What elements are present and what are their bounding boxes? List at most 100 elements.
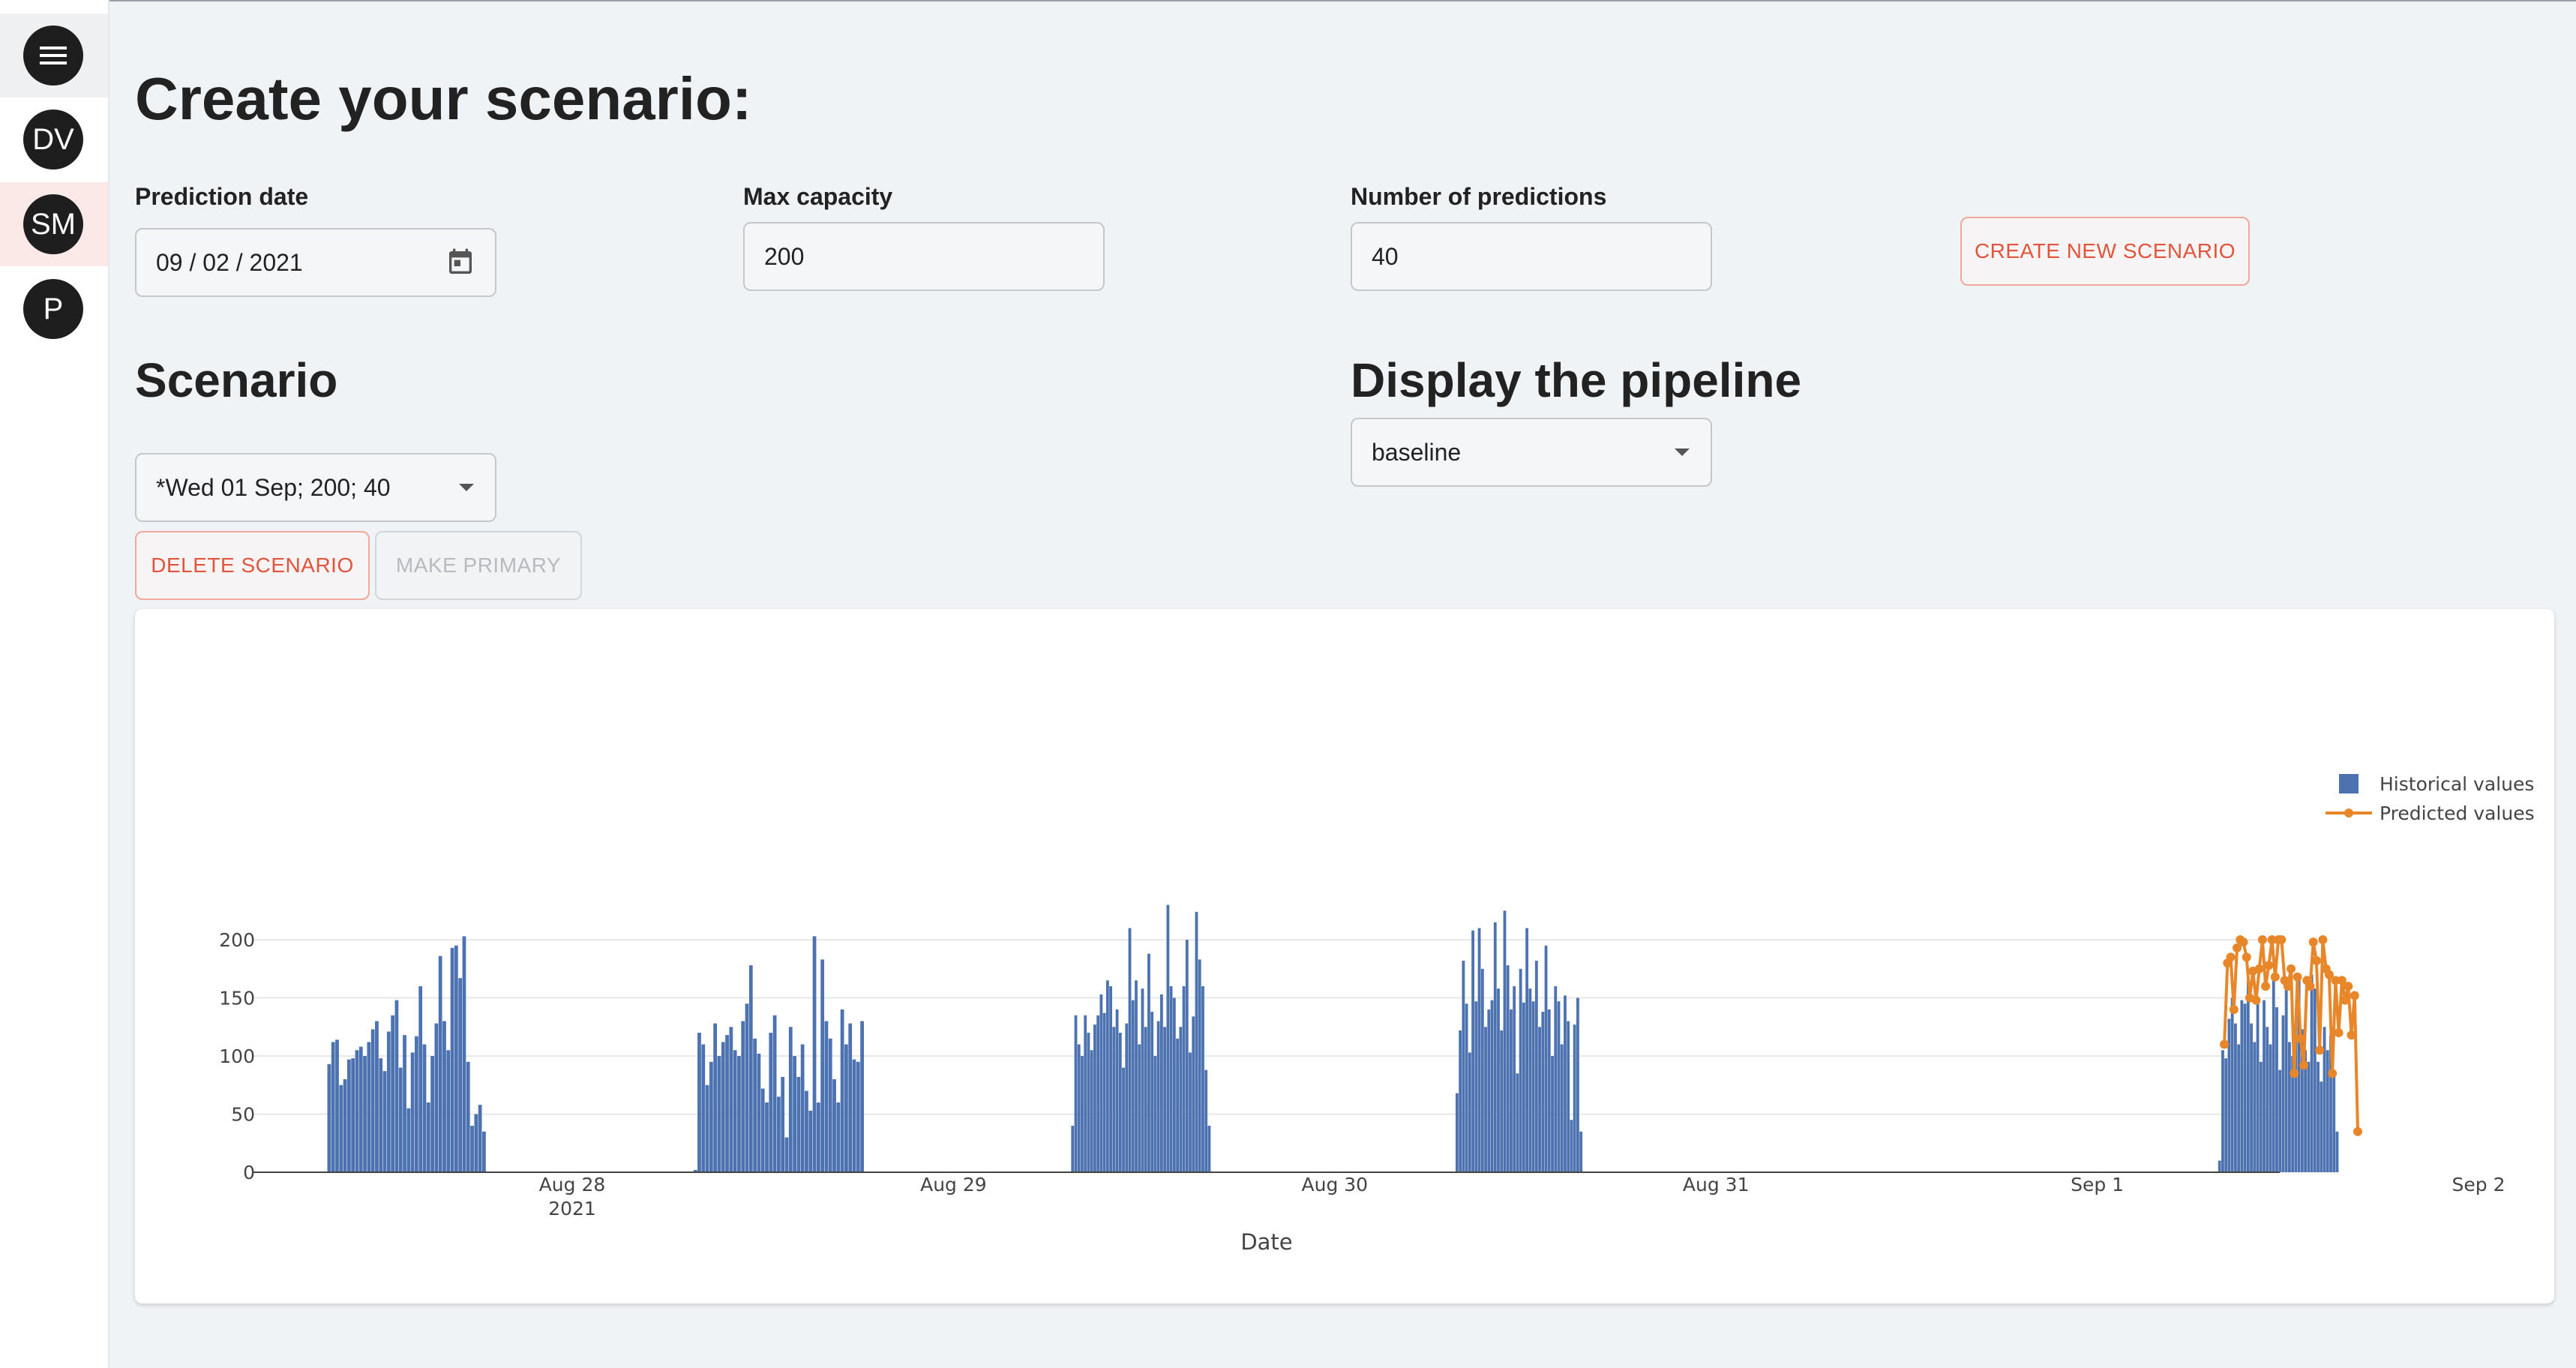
historical-bar bbox=[1084, 1015, 1087, 1172]
hamburger-glyph bbox=[40, 46, 67, 64]
historical-bar bbox=[1147, 953, 1150, 1172]
historical-bar bbox=[2250, 1023, 2253, 1172]
historical-bar bbox=[335, 1040, 339, 1172]
avatar-sm[interactable]: SM bbox=[23, 194, 83, 254]
max-capacity-input[interactable]: 200 bbox=[743, 222, 1105, 291]
historical-bar bbox=[765, 1102, 769, 1172]
x-tick-label: Aug 31 bbox=[1683, 1174, 1750, 1196]
historical-bar bbox=[2218, 1160, 2221, 1172]
historical-bar bbox=[777, 1096, 781, 1172]
historical-bar bbox=[1204, 1070, 1208, 1172]
historical-bar bbox=[856, 1061, 860, 1172]
sidebar-item-menu[interactable] bbox=[0, 14, 108, 98]
historical-bar bbox=[725, 1035, 729, 1172]
historical-bar bbox=[1579, 1131, 1583, 1172]
historical-bar bbox=[781, 1076, 785, 1172]
historical-bar bbox=[840, 1010, 844, 1172]
historical-bar bbox=[800, 1044, 805, 1172]
historical-bar bbox=[1557, 1001, 1561, 1172]
create-new-scenario-button[interactable]: CREATE NEW SCENARIO bbox=[1960, 217, 2250, 286]
historical-bar bbox=[462, 936, 466, 1172]
historical-bar bbox=[2237, 1044, 2241, 1172]
historical-bar bbox=[403, 1035, 406, 1172]
pipeline-select[interactable]: baseline bbox=[1351, 418, 1712, 487]
historical-bar bbox=[1503, 910, 1507, 1172]
historical-bar bbox=[1156, 1021, 1160, 1172]
historical-bar bbox=[458, 978, 463, 1172]
pipeline-selected-value: baseline bbox=[1372, 438, 1462, 466]
avatar-p[interactable]: P bbox=[23, 279, 83, 339]
historical-bar bbox=[1506, 965, 1510, 1172]
historical-bar bbox=[741, 1021, 745, 1172]
y-tick-label: 100 bbox=[219, 1046, 255, 1067]
historical-bar bbox=[784, 1137, 789, 1172]
historical-bar bbox=[2281, 1015, 2285, 1172]
historical-bar bbox=[733, 1050, 737, 1172]
x-tick-label: Sep 1 bbox=[2071, 1174, 2124, 1196]
y-tick-label: 200 bbox=[219, 929, 255, 951]
historical-bar bbox=[816, 1102, 820, 1172]
legend-historical-swatch bbox=[2339, 774, 2359, 794]
historical-bar bbox=[386, 1031, 391, 1172]
historical-bar bbox=[709, 1061, 713, 1172]
predicted-point bbox=[2226, 952, 2236, 962]
historical-bar bbox=[351, 1058, 355, 1172]
historical-bar bbox=[2266, 1027, 2269, 1172]
avatar-dv[interactable]: DV bbox=[23, 110, 83, 170]
legend-predicted-label: Predicted values bbox=[2380, 802, 2535, 824]
historical-bar bbox=[2335, 1131, 2339, 1172]
predicted-point bbox=[2353, 1126, 2363, 1136]
historical-bar bbox=[382, 1071, 387, 1172]
historical-bar bbox=[808, 1110, 813, 1172]
sidebar-item-sm[interactable]: SM bbox=[0, 182, 108, 266]
num-predictions-input[interactable]: 40 bbox=[1351, 222, 1712, 291]
menu-icon[interactable] bbox=[23, 26, 83, 86]
historical-bar bbox=[1534, 960, 1538, 1172]
scenario-select[interactable]: *Wed 01 Sep; 200; 40 bbox=[135, 453, 496, 522]
x-tick-sublabel: 2021 bbox=[548, 1198, 596, 1220]
sidebar-item-p[interactable]: P bbox=[0, 267, 108, 351]
historical-bar bbox=[1112, 1027, 1116, 1172]
predicted-point bbox=[2341, 995, 2350, 1005]
historical-bar bbox=[2240, 1000, 2244, 1172]
historical-bar bbox=[757, 1053, 761, 1172]
historical-bar bbox=[748, 965, 753, 1172]
historical-bar bbox=[788, 1027, 793, 1172]
historical-bar bbox=[796, 1076, 801, 1172]
historical-bar bbox=[331, 1042, 335, 1172]
historical-bar bbox=[466, 1061, 470, 1172]
sidebar-item-dv[interactable]: DV bbox=[0, 98, 108, 182]
historical-bar bbox=[2230, 998, 2234, 1172]
predicted-point bbox=[2334, 1028, 2344, 1037]
historical-bar bbox=[1159, 994, 1163, 1172]
historical-bar bbox=[852, 1059, 856, 1172]
calendar-icon[interactable] bbox=[445, 246, 475, 279]
prediction-date-field[interactable]: 09 / 02 / 2021 bbox=[135, 228, 496, 297]
historical-bar bbox=[1096, 1015, 1100, 1172]
delete-scenario-button[interactable]: DELETE SCENARIO bbox=[135, 531, 370, 600]
historical-bar bbox=[805, 1090, 808, 1172]
prediction-date-label: Prediction date bbox=[135, 183, 309, 210]
historical-bar bbox=[717, 1056, 721, 1172]
historical-bar bbox=[379, 1058, 383, 1172]
max-capacity-label: Max capacity bbox=[743, 183, 893, 210]
historical-bar bbox=[1141, 988, 1144, 1172]
historical-bar bbox=[2263, 1000, 2266, 1172]
predicted-point bbox=[2277, 935, 2287, 944]
predicted-point bbox=[2251, 995, 2261, 1005]
historical-bar bbox=[1150, 1012, 1154, 1172]
scenario-selected-value: *Wed 01 Sep; 200; 40 bbox=[156, 473, 391, 501]
historical-bar bbox=[1554, 986, 1558, 1172]
predicted-point bbox=[2257, 935, 2267, 944]
predicted-point bbox=[2296, 1034, 2305, 1043]
historical-bar bbox=[1207, 1126, 1211, 1172]
historical-bar bbox=[343, 1079, 347, 1172]
historical-bar bbox=[1560, 1044, 1564, 1172]
historical-bar bbox=[824, 1021, 829, 1172]
historical-bar bbox=[2243, 1004, 2247, 1172]
historical-bar bbox=[2320, 1082, 2323, 1172]
historical-bar bbox=[410, 1052, 415, 1172]
make-primary-button[interactable]: MAKE PRIMARY bbox=[375, 531, 582, 600]
historical-bar bbox=[474, 1114, 478, 1172]
historical-bar bbox=[729, 1027, 733, 1172]
